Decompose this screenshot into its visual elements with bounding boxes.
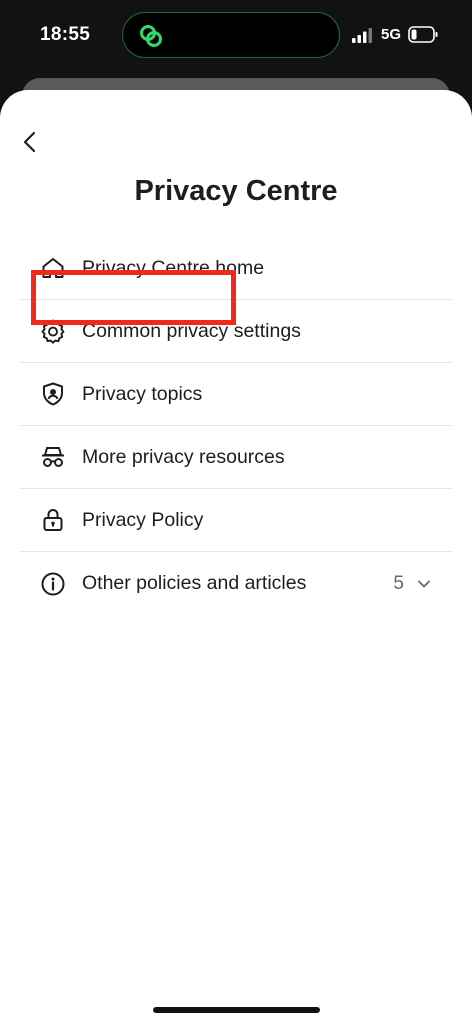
dynamic-island[interactable]	[122, 12, 340, 58]
menu-item-other-policies[interactable]: Other policies and articles 5	[20, 552, 452, 615]
menu-item-label: Other policies and articles	[82, 572, 307, 594]
menu-item-more-privacy-resources[interactable]: More privacy resources	[20, 426, 452, 489]
network-label: 5G	[381, 26, 402, 43]
back-arrow-icon	[23, 131, 36, 153]
home-indicator[interactable]	[153, 1007, 320, 1013]
lock-icon	[43, 508, 63, 531]
page-title: Privacy Centre	[134, 175, 338, 207]
signal-icon	[352, 28, 372, 43]
menu-item-label: Privacy topics	[82, 382, 203, 405]
chevron-down-icon[interactable]	[416, 576, 432, 592]
item-count: 5	[393, 572, 404, 594]
menu-item-label: Common privacy settings	[82, 319, 301, 342]
menu-item-privacy-policy[interactable]: Privacy Policy	[20, 489, 452, 552]
menu-item-privacy-topics[interactable]: Privacy topics	[20, 363, 452, 426]
menu-item-privacy-centre-home[interactable]: Privacy Centre home	[20, 237, 452, 300]
battery-icon	[408, 26, 438, 43]
gear-icon	[41, 319, 65, 344]
privacy-menu-list: Privacy Centre home Common privacy setti…	[20, 237, 452, 615]
incognito-icon	[42, 447, 64, 467]
activity-link-icon	[140, 25, 162, 47]
menu-item-label: Privacy Centre home	[82, 256, 265, 279]
home-icon	[42, 258, 64, 278]
menu-item-label: More privacy resources	[82, 445, 285, 468]
shield-user-icon	[43, 382, 63, 406]
menu-item-label: Privacy Policy	[82, 508, 204, 531]
menu-item-common-privacy-settings[interactable]: Common privacy settings	[20, 300, 452, 363]
back-button[interactable]	[14, 126, 46, 158]
status-bar: 18:55 5G	[0, 0, 472, 72]
privacy-centre-sheet: Privacy Centre Privacy Centre home Commo…	[0, 90, 472, 1024]
status-time: 18:55	[40, 24, 91, 45]
info-icon	[41, 572, 65, 595]
